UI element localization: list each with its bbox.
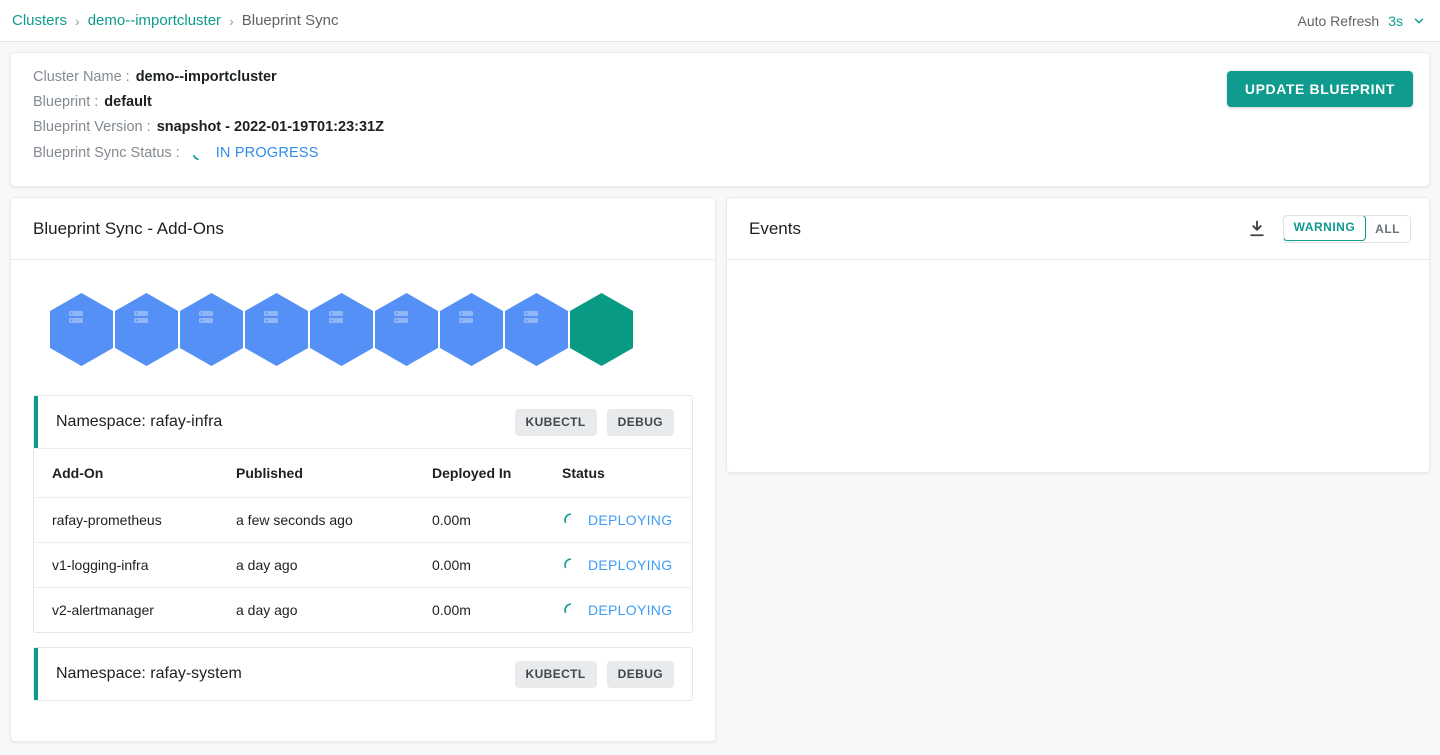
server-stack-icon [393,309,409,325]
server-stack-icon [263,309,279,325]
namespace-header: Namespace: rafay-infra KUBECTL DEBUG [34,396,692,448]
auto-refresh-control[interactable]: Auto Refresh 3s [1297,13,1426,29]
cell-addon: v2-alertmanager [52,602,154,618]
hex-row [49,292,715,367]
spinner-icon [562,556,580,574]
hex-addon-3[interactable] [179,292,244,367]
addons-card-header: Blueprint Sync - Add-Ons [11,198,715,260]
info-row-blueprint-version: Blueprint Version : snapshot - 2022-01-1… [33,119,1409,135]
auto-refresh-label: Auto Refresh [1297,12,1380,29]
top-bar: Clusters › demo--importcluster › Bluepri… [0,0,1440,42]
events-card: Events WARNING ALL [726,197,1430,473]
hex-addon-4[interactable] [244,292,309,367]
namespace-title: Namespace: rafay-infra [56,413,223,430]
breadcrumb: Clusters › demo--importcluster › Bluepri… [12,12,338,29]
cell-deployed-in: 0.00m [432,497,562,543]
events-filter-all[interactable]: ALL [1365,215,1410,242]
cell-status: DEPLOYING [562,497,692,543]
namespace-block-rafay-system: Namespace: rafay-system KUBECTL DEBUG [33,647,693,701]
spinner-icon [562,511,580,529]
hex-addon-9[interactable] [569,292,634,367]
server-stack-icon [133,309,149,325]
server-stack-icon [68,309,84,325]
debug-button[interactable]: DEBUG [606,408,674,436]
breadcrumb-separator: › [229,12,234,29]
sync-status-label: Blueprint Sync Status : [33,145,180,161]
server-stack-icon [458,309,474,325]
column-header-deployed-in: Deployed In [432,448,562,498]
status-label: DEPLOYING [588,557,673,573]
breadcrumb-item-current: Blueprint Sync [241,12,339,29]
debug-button[interactable]: DEBUG [606,660,674,688]
auto-refresh-value[interactable]: 3s [1388,13,1403,29]
server-stack-icon [198,309,214,325]
breadcrumb-item-cluster[interactable]: demo--importcluster [88,12,221,29]
events-header-actions: WARNING ALL [1247,214,1411,243]
namespace-header: Namespace: rafay-system KUBECTL DEBUG [34,648,692,700]
addons-hex-progress [11,260,715,395]
server-stack-icon [523,309,539,325]
namespace-actions: KUBECTL DEBUG [514,408,674,436]
cell-addon: rafay-prometheus [34,497,236,543]
main-content: Blueprint Sync - Add-Ons Namespace: rafa… [0,187,1440,742]
namespace-title: Namespace: rafay-system [56,665,242,682]
hex-addon-7[interactable] [439,292,504,367]
update-blueprint-button[interactable]: UPDATE BLUEPRINT [1226,71,1413,107]
cell-published: a day ago [236,602,298,618]
info-row-blueprint: Blueprint : default [33,94,1409,110]
kubectl-button[interactable]: KUBECTL [514,408,597,436]
column-header-published: Published [236,448,432,498]
download-icon[interactable] [1247,219,1267,239]
blueprint-label: Blueprint : [33,94,99,110]
breadcrumb-item-clusters[interactable]: Clusters [12,12,67,29]
events-list [727,260,1429,472]
namespace-actions: KUBECTL DEBUG [514,660,674,688]
addons-table: Add-On Published Deployed In Status rafa… [34,448,692,632]
cell-published: a few seconds ago [236,497,432,543]
kubectl-button[interactable]: KUBECTL [514,660,597,688]
status-label: DEPLOYING [588,512,673,528]
cluster-name-label: Cluster Name : [33,69,130,85]
events-filter-toggle: WARNING ALL [1282,214,1411,243]
spinner-icon [190,144,208,162]
hex-addon-8[interactable] [504,292,569,367]
cell-deployed-in: 0.00m [432,542,562,588]
cell-status: DEPLOYING [562,542,692,588]
hex-addon-5[interactable] [309,292,374,367]
blueprint-sync-addons-card: Blueprint Sync - Add-Ons Namespace: rafa… [10,197,716,742]
table-row[interactable]: v2-alertmanager a day ago 0.00m DEPLOYIN… [34,588,692,633]
column-header-status: Status [562,448,692,498]
hex-addon-6[interactable] [374,292,439,367]
column-header-addon: Add-On [34,448,236,498]
table-row[interactable]: rafay-prometheus a few seconds ago 0.00m… [34,497,692,543]
events-filter-warning[interactable]: WARNING [1283,215,1367,241]
cluster-name-value: demo--importcluster [135,69,277,85]
addons-card-title: Blueprint Sync - Add-Ons [33,218,224,238]
status-label: DEPLOYING [588,602,673,618]
server-stack-icon [328,309,344,325]
blueprint-value: default [104,94,152,110]
hex-addon-1[interactable] [49,292,114,367]
table-header-row: Add-On Published Deployed In Status [34,448,692,498]
info-row-cluster-name: Cluster Name : demo--importcluster [33,69,1409,85]
cell-addon: v1-logging-infra [34,542,236,588]
events-column: Events WARNING ALL [726,197,1430,473]
cluster-info-card: Cluster Name : demo--importcluster Bluep… [10,52,1430,187]
hex-addon-2[interactable] [114,292,179,367]
blueprint-version-label: Blueprint Version : [33,119,151,135]
breadcrumb-separator: › [75,12,80,29]
info-row-sync-status: Blueprint Sync Status : IN PROGRESS [33,144,1409,162]
events-card-header: Events WARNING ALL [727,198,1429,260]
blueprint-version-value: snapshot - 2022-01-19T01:23:31Z [156,119,384,135]
sync-status-value[interactable]: IN PROGRESS [216,145,319,161]
addons-column: Blueprint Sync - Add-Ons Namespace: rafa… [10,197,716,742]
cell-status: DEPLOYING [562,588,692,633]
table-row[interactable]: v1-logging-infra a day ago 0.00m DEPLOYI… [34,542,692,588]
chevron-down-icon[interactable] [1412,14,1426,28]
namespace-block-rafay-infra: Namespace: rafay-infra KUBECTL DEBUG Add… [33,395,693,633]
cell-deployed-in: 0.00m [432,602,471,618]
cell-published: a day ago [236,542,432,588]
spinner-icon [562,601,580,619]
events-card-title: Events [749,218,801,238]
